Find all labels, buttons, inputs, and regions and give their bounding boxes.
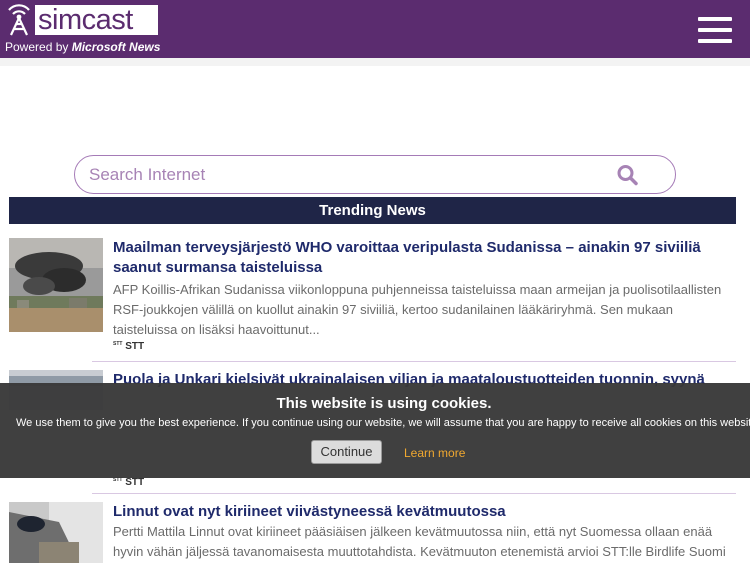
news-source: STT STT	[113, 477, 144, 488]
antenna-icon	[8, 4, 30, 36]
powered-brand: Microsoft News	[71, 40, 161, 54]
search-icon[interactable]	[616, 164, 640, 186]
cookie-title: This website is using cookies.	[276, 395, 492, 412]
menu-bar	[698, 17, 732, 21]
news-title[interactable]: Maailman terveysjärjestö WHO varoittaa v…	[113, 238, 733, 278]
news-source-label: STT	[125, 341, 145, 352]
cookie-learn-more-link[interactable]: Learn more	[404, 446, 465, 460]
menu-bar	[698, 28, 732, 32]
news-description: AFP Koillis-Afrikan Sudanissa viikonlopp…	[113, 282, 722, 337]
news-description: Pertti Mattila Linnut ovat kiriineet pää…	[113, 524, 726, 559]
news-thumbnail[interactable]	[9, 238, 103, 332]
news-item[interactable]: Maailman terveysjärjestö WHO varoittaa v…	[9, 238, 736, 358]
logo-wordmark: simcast	[35, 5, 158, 35]
divider	[92, 361, 736, 362]
news-item[interactable]: Linnut ovat nyt kiriineet viivästyneessä…	[9, 502, 736, 563]
search-input[interactable]	[89, 164, 609, 186]
powered-by: Powered by Microsoft News	[5, 40, 160, 54]
menu-bar	[698, 39, 732, 43]
trending-news-header: Trending News	[9, 197, 736, 224]
news-thumbnail[interactable]	[9, 502, 103, 563]
site-header: simcast Powered by Microsoft News	[0, 0, 750, 58]
divider	[92, 493, 736, 494]
news-source: STT STT	[113, 341, 144, 352]
simcast-logo[interactable]: simcast	[5, 4, 158, 36]
powered-prefix: Powered by	[5, 40, 69, 54]
search-box	[74, 155, 676, 194]
news-title[interactable]: Linnut ovat nyt kiriineet viivästyneessä…	[113, 502, 733, 522]
cookie-continue-button[interactable]: Continue	[311, 440, 382, 464]
stt-logo-icon: STT	[113, 341, 123, 347]
hamburger-menu-button[interactable]	[698, 17, 732, 43]
cookie-text: We use them to give you the best experie…	[16, 417, 750, 429]
news-source-label: STT	[125, 477, 145, 488]
cookie-banner: This website is using cookies. We use th…	[0, 383, 750, 478]
ad-strip	[0, 58, 750, 66]
